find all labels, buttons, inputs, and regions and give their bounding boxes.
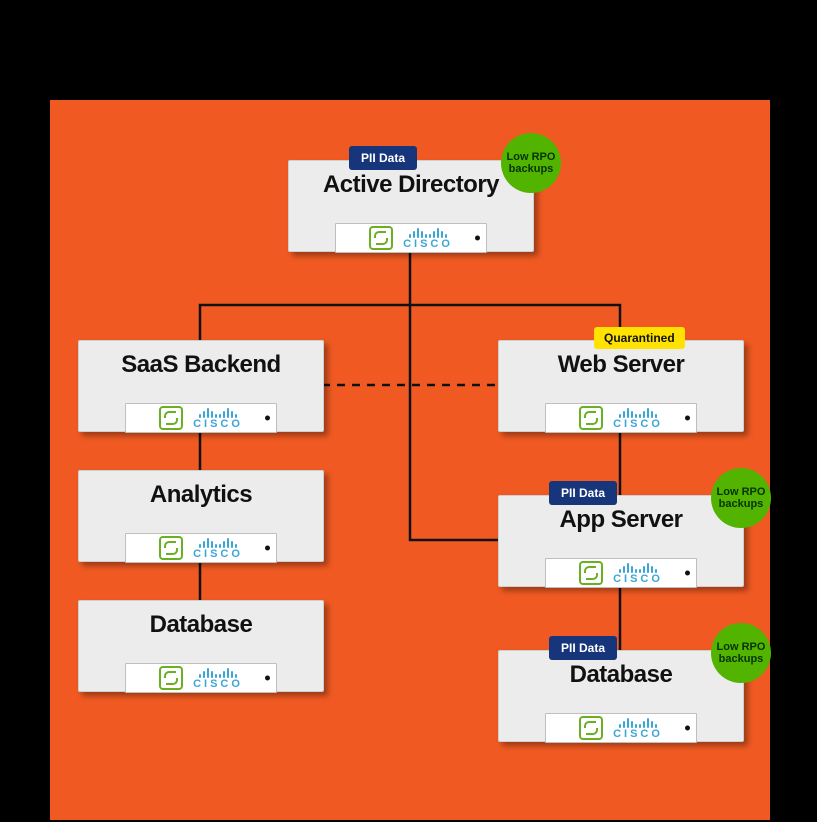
status-dot: [265, 416, 270, 421]
badge-pii: PII Data: [549, 636, 617, 660]
cohesity-icon: [369, 226, 393, 250]
diagram-canvas: PII Data Low RPO backups Active Director…: [50, 100, 770, 820]
node-analytics: Analytics CISCO: [78, 470, 324, 562]
badge-low-rpo: Low RPO backups: [501, 133, 561, 193]
cisco-word: CISCO: [193, 679, 243, 690]
status-dot: [265, 676, 270, 681]
node-title: Analytics: [79, 481, 323, 509]
cisco-word: CISCO: [403, 239, 453, 250]
vendor-strip: CISCO: [125, 533, 277, 563]
node-active-directory: PII Data Low RPO backups Active Director…: [288, 160, 534, 252]
cisco-word: CISCO: [613, 574, 663, 585]
vendor-strip: CISCO: [545, 558, 697, 588]
badge-low-rpo: Low RPO backups: [711, 623, 771, 683]
badge-low-rpo: Low RPO backups: [711, 468, 771, 528]
cisco-logo: CISCO: [613, 406, 663, 430]
cisco-word: CISCO: [613, 729, 663, 740]
vendor-strip: CISCO: [545, 713, 697, 743]
node-app-server: PII Data Low RPO backups App Server CISC…: [498, 495, 744, 587]
vendor-strip: CISCO: [335, 223, 487, 253]
cohesity-icon: [159, 536, 183, 560]
edge-ad-app: [410, 305, 498, 540]
node-title: Database: [499, 661, 743, 689]
cohesity-icon: [579, 561, 603, 585]
cisco-word: CISCO: [613, 419, 663, 430]
cisco-logo: CISCO: [613, 561, 663, 585]
status-dot: [475, 236, 480, 241]
vendor-strip: CISCO: [125, 403, 277, 433]
badge-pii: PII Data: [349, 146, 417, 170]
edge-ad-saas: [200, 305, 410, 340]
cisco-logo: CISCO: [193, 666, 243, 690]
cisco-logo: CISCO: [193, 536, 243, 560]
node-title: SaaS Backend: [79, 351, 323, 379]
edge-ad-web: [410, 305, 620, 340]
node-database-left: Database CISCO: [78, 600, 324, 692]
badge-pii: PII Data: [549, 481, 617, 505]
vendor-strip: CISCO: [125, 663, 277, 693]
node-web-server: Quarantined Web Server CISCO: [498, 340, 744, 432]
cisco-logo: CISCO: [403, 226, 453, 250]
cisco-word: CISCO: [193, 549, 243, 560]
cisco-word: CISCO: [193, 419, 243, 430]
cohesity-icon: [159, 666, 183, 690]
status-dot: [685, 416, 690, 421]
node-title: Web Server: [499, 351, 743, 379]
status-dot: [685, 571, 690, 576]
status-dot: [685, 726, 690, 731]
node-title: Database: [79, 611, 323, 639]
status-dot: [265, 546, 270, 551]
node-database-right: PII Data Low RPO backups Database CISCO: [498, 650, 744, 742]
badge-quarantined: Quarantined: [594, 327, 685, 349]
node-title: App Server: [499, 506, 743, 534]
node-title: Active Directory: [289, 171, 533, 199]
cohesity-icon: [579, 406, 603, 430]
node-saas-backend: SaaS Backend CISCO: [78, 340, 324, 432]
cisco-logo: CISCO: [613, 716, 663, 740]
cohesity-icon: [579, 716, 603, 740]
diagram-stage: PII Data Low RPO backups Active Director…: [0, 0, 817, 822]
vendor-strip: CISCO: [545, 403, 697, 433]
cisco-logo: CISCO: [193, 406, 243, 430]
cohesity-icon: [159, 406, 183, 430]
